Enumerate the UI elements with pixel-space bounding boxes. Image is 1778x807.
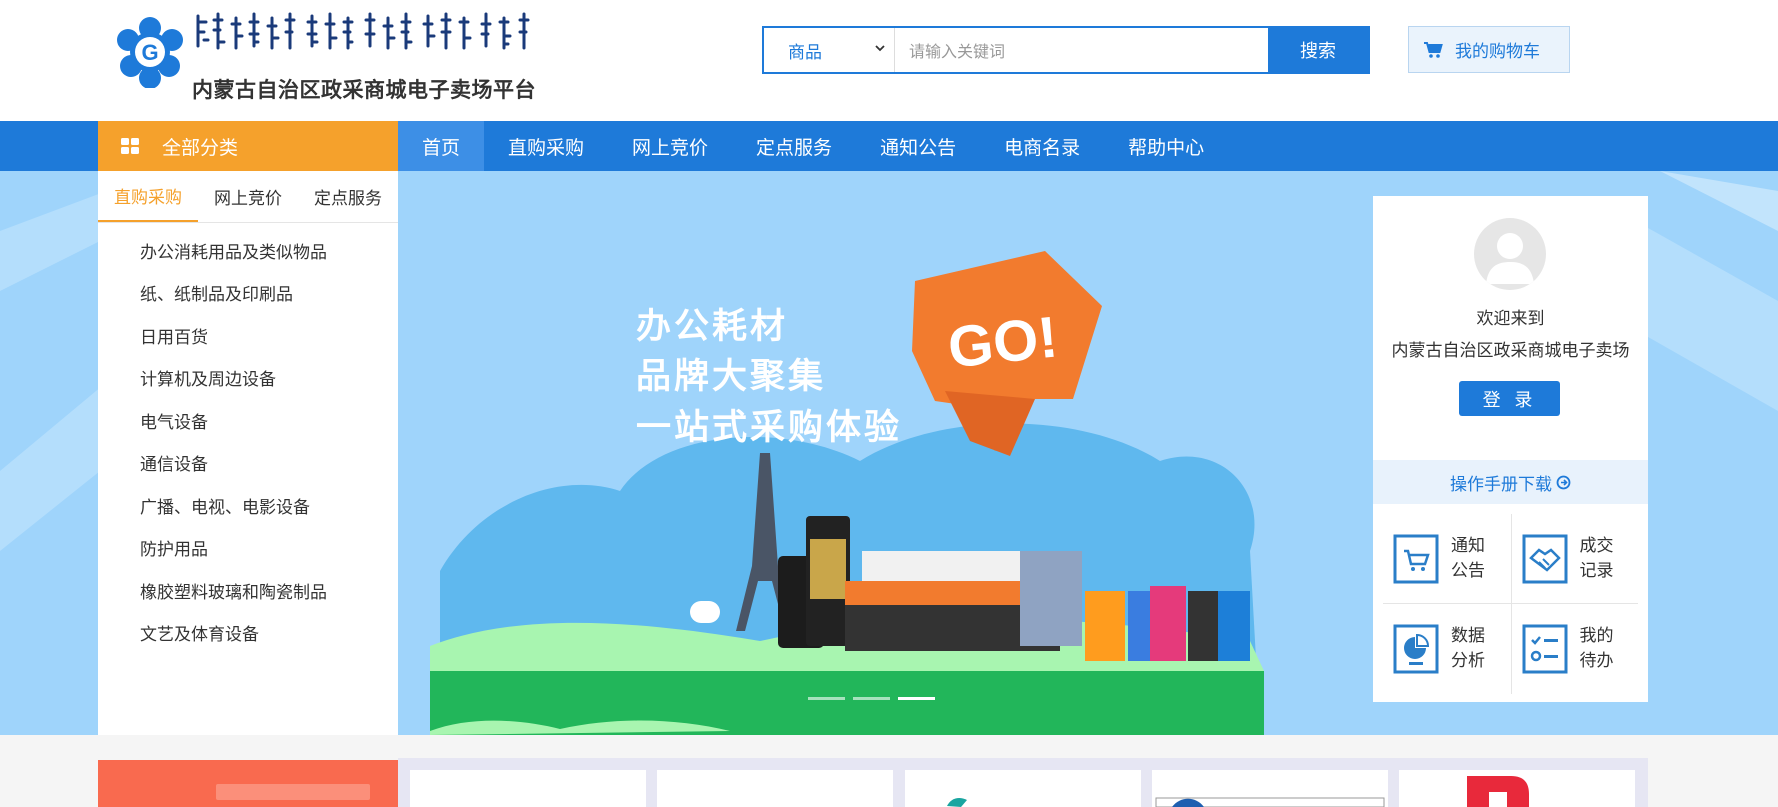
nav-item-direct-purchase[interactable]: 直购采购 (484, 121, 608, 171)
nav-item-help-center[interactable]: 帮助中心 (1104, 121, 1228, 171)
all-categories-label: 全部分类 (162, 136, 239, 159)
cart-button[interactable]: 我的购物车 (1408, 26, 1570, 73)
sidebar-tabs: 直购采购 网上竞价 定点服务 (98, 171, 398, 223)
nav-item-online-bidding[interactable]: 网上竞价 (608, 121, 732, 171)
data-analysis-icon (1393, 624, 1439, 674)
avatar-icon (1474, 218, 1546, 290)
brand-card[interactable] (1152, 770, 1388, 807)
quick-link-notices[interactable]: 通知公告 (1383, 514, 1511, 604)
banner-go-badge: GO! (944, 304, 1061, 381)
logo-emblem-icon: G (117, 17, 183, 88)
category-item[interactable]: 计算机及周边设备 (98, 357, 398, 400)
banner-line-3: 一站式采购体验 (636, 408, 903, 448)
nav-item-home[interactable]: 首页 (398, 121, 485, 171)
brand-logo (1155, 797, 1385, 807)
todo-list-icon (1522, 624, 1567, 674)
grid-icon (121, 138, 139, 154)
manual-download-label: 操作手册下载 (1450, 474, 1552, 495)
promo-block[interactable] (98, 760, 398, 807)
search-category-value: 商品 (788, 42, 822, 63)
search-input[interactable]: 请输入关键词 (895, 28, 1268, 72)
manual-download-link[interactable]: 操作手册下载 (1373, 460, 1648, 504)
quick-link-label: 通知公告 (1451, 535, 1485, 581)
nav-item-notices[interactable]: 通知公告 (856, 121, 980, 171)
quick-link-data-analysis[interactable]: 数据分析 (1383, 604, 1511, 694)
search-button[interactable]: 搜索 (1268, 28, 1368, 72)
category-item[interactable]: 电气设备 (98, 399, 398, 442)
carousel-dots (808, 697, 935, 700)
site-logo[interactable]: G 内蒙古自治区政采商城电子卖场平台 (114, 10, 544, 102)
logo-mongolian-script (192, 12, 542, 56)
brand-card[interactable] (410, 770, 646, 807)
arrow-circle-right-icon (1556, 475, 1571, 489)
banner-line-1: 办公耗材 (636, 307, 789, 347)
user-panel: 欢迎来到 内蒙古自治区政采商城电子卖场 登 录 操作手册下载 通知公告 成交记录… (1373, 196, 1648, 702)
category-sidebar: 直购采购 网上竞价 定点服务 办公消耗用品及类似物品 纸、纸制品及印刷品 日用百… (98, 171, 398, 735)
category-item[interactable]: 防护用品 (98, 527, 398, 570)
quick-link-todo[interactable]: 我的待办 (1510, 604, 1639, 694)
nav-menu: 首页 直购采购 网上竞价 定点服务 通知公告 电商名录 帮助中心 (398, 121, 1228, 171)
brand-card[interactable] (1399, 770, 1635, 807)
category-item[interactable]: 纸、纸制品及印刷品 (98, 272, 398, 315)
brand-card[interactable] (905, 770, 1141, 807)
welcome-text: 欢迎来到 (1476, 309, 1545, 329)
promo-title-placeholder (216, 784, 370, 800)
quick-link-transactions[interactable]: 成交记录 (1510, 514, 1638, 604)
chevron-down-icon (875, 45, 885, 52)
handshake-icon (1522, 534, 1567, 583)
tab-designated-service[interactable]: 定点服务 (298, 171, 398, 222)
search-placeholder: 请输入关键词 (909, 42, 1006, 61)
cart-label: 我的购物车 (1455, 42, 1540, 62)
category-item[interactable]: 广播、电视、电影设备 (98, 484, 398, 527)
brand-logo (947, 798, 967, 807)
tab-direct-purchase[interactable]: 直购采购 (98, 171, 198, 222)
svg-text:G: G (141, 40, 158, 65)
tab-online-bidding[interactable]: 网上竞价 (198, 171, 298, 222)
login-button[interactable]: 登 录 (1459, 381, 1560, 416)
nav-item-ecommerce-directory[interactable]: 电商名录 (980, 121, 1104, 171)
search-category-select[interactable]: 商品 (764, 28, 895, 72)
search-bar: 商品 请输入关键词 搜索 (762, 26, 1370, 74)
category-item[interactable]: 橡胶塑料玻璃和陶瓷制品 (98, 569, 398, 612)
cart-notice-icon (1393, 534, 1439, 583)
brand-logo (1467, 776, 1529, 807)
carousel-dot-active[interactable] (898, 697, 935, 700)
quick-links: 通知公告 成交记录 数据分析 我的待办 (1383, 514, 1638, 694)
category-item[interactable]: 通信设备 (98, 442, 398, 485)
quick-link-label: 我的待办 (1579, 626, 1614, 671)
logo-text: 内蒙古自治区政采商城电子卖场平台 (192, 78, 536, 102)
brand-card[interactable] (657, 770, 893, 807)
nav-item-designated-service[interactable]: 定点服务 (732, 121, 856, 171)
carousel-dot[interactable] (853, 697, 890, 700)
cart-icon (1424, 41, 1443, 58)
category-item[interactable]: 办公消耗用品及类似物品 (98, 229, 398, 272)
banner-line-2: 品牌大聚集 (636, 357, 827, 397)
quick-link-label: 成交记录 (1579, 535, 1614, 581)
quick-link-label: 数据分析 (1451, 626, 1485, 671)
carousel-dot[interactable] (808, 697, 845, 700)
all-categories-button[interactable]: 全部分类 (98, 121, 398, 171)
category-list: 办公消耗用品及类似物品 纸、纸制品及印刷品 日用百货 计算机及周边设备 电气设备… (98, 223, 398, 654)
category-item[interactable]: 日用百货 (98, 314, 398, 357)
welcome-site-name: 内蒙古自治区政采商城电子卖场 (1391, 341, 1630, 361)
category-item[interactable]: 文艺及体育设备 (98, 612, 398, 655)
